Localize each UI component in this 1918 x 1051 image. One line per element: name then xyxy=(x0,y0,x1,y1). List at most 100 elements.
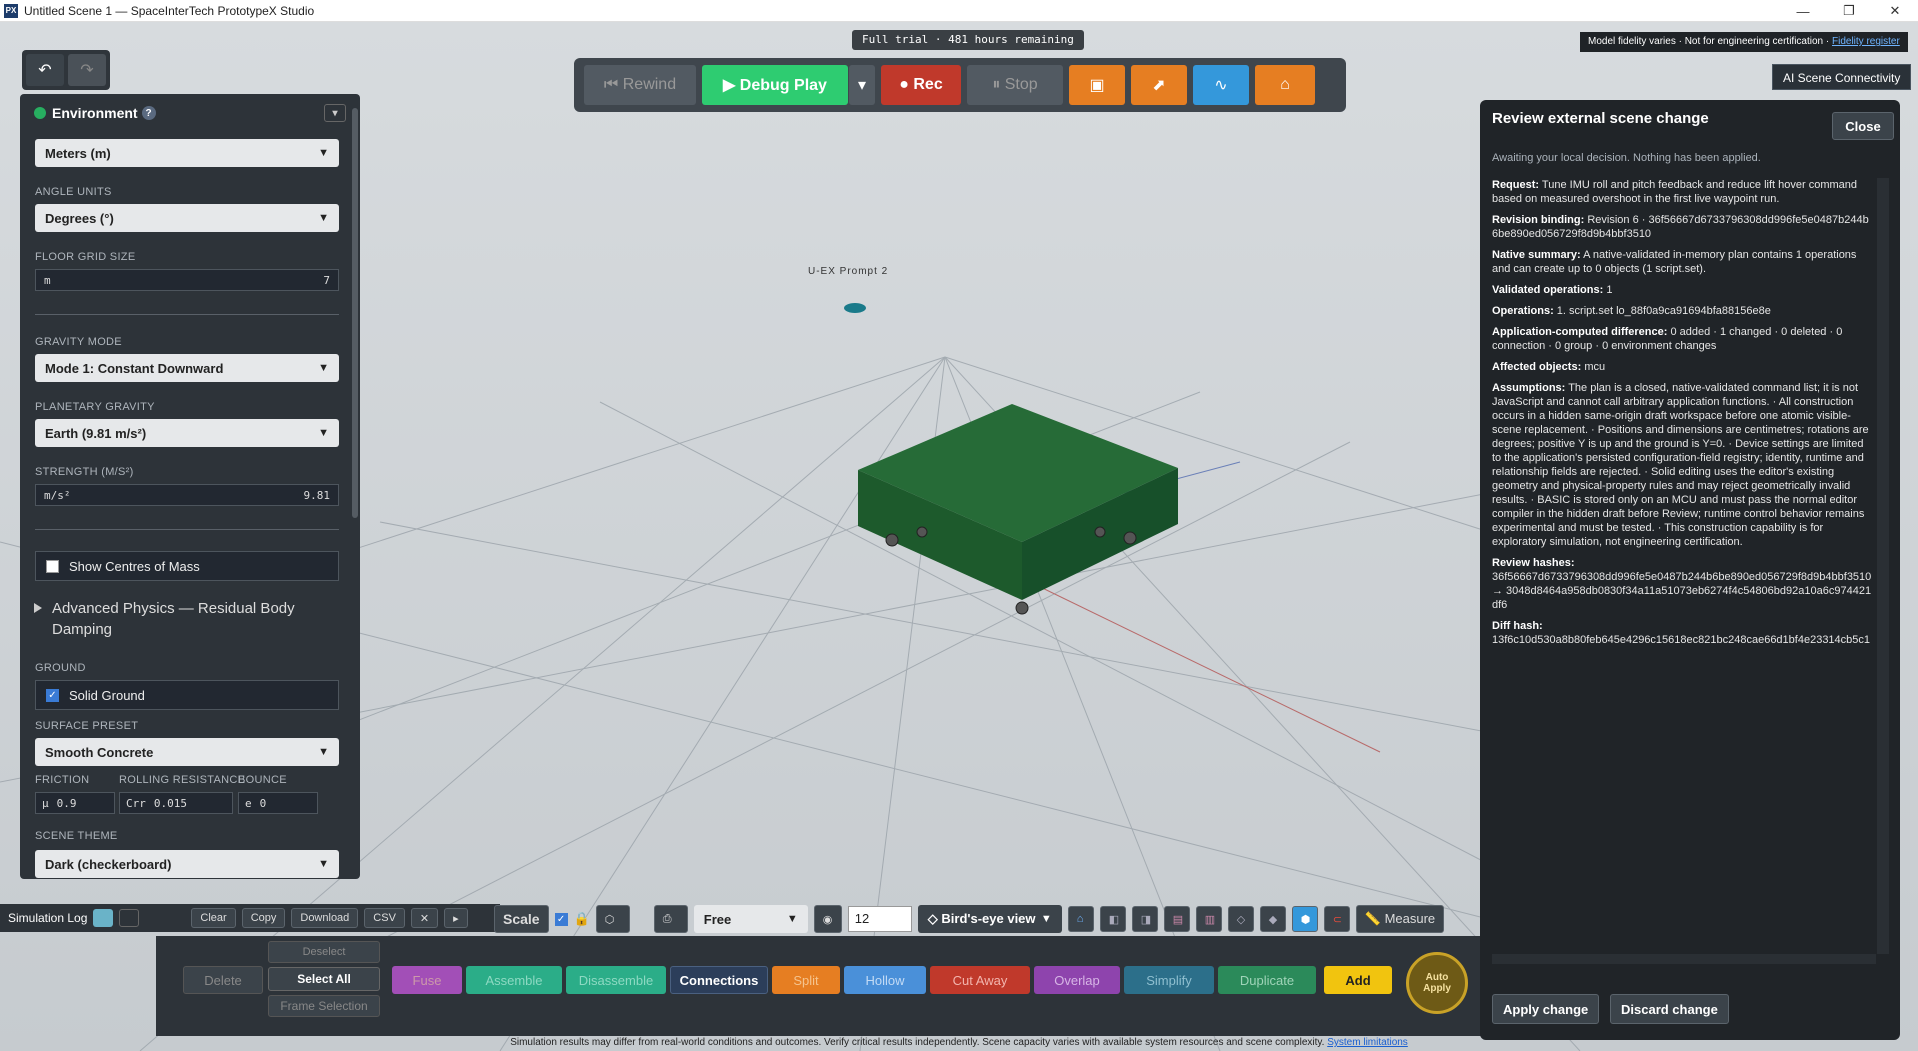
angle-units-select[interactable]: Degrees (°) ▼ xyxy=(35,204,339,232)
rec-button[interactable]: ● Rec xyxy=(881,65,961,105)
image-icon[interactable]: ▣ xyxy=(1069,65,1125,105)
log-close-button[interactable]: ✕ xyxy=(410,908,439,928)
cube-icon[interactable]: ⬡ xyxy=(595,905,630,933)
log-clear-button[interactable]: Clear xyxy=(191,908,236,928)
chevron-down-icon: ▼ xyxy=(318,212,329,224)
rewind-button[interactable]: ⏮ Rewind xyxy=(584,65,696,105)
home-view-icon[interactable]: ⌂ xyxy=(1067,906,1094,932)
advanced-physics-toggle[interactable]: Advanced Physics — Residual Body Damping xyxy=(52,598,312,640)
debug-play-button[interactable]: ▶ Debug Play xyxy=(702,65,848,105)
select-all-button[interactable]: Select All xyxy=(268,967,380,991)
bounce-input[interactable]: e0 xyxy=(238,792,318,814)
apply-change-button[interactable]: Apply change xyxy=(1492,994,1600,1024)
assemble-button[interactable]: Assemble xyxy=(466,966,562,994)
delete-button[interactable]: Delete xyxy=(183,966,263,994)
show-com-row[interactable]: Show Centres of Mass xyxy=(35,551,339,581)
minimize-button[interactable]: — xyxy=(1780,0,1826,22)
deselect-button[interactable]: Deselect xyxy=(268,941,380,963)
wireframe-view-icon[interactable]: ⬢ xyxy=(1291,906,1318,932)
hollow-button[interactable]: Hollow xyxy=(844,966,926,994)
simulation-log-label[interactable]: Simulation Log xyxy=(8,911,87,925)
planetary-gravity-select[interactable]: Earth (9.81 m/s²) ▼ xyxy=(35,419,339,447)
units-select[interactable]: Meters (m) ▼ xyxy=(35,139,339,167)
camera-icon[interactable]: ⎙ xyxy=(653,905,688,933)
camera-view-value: ◇ Bird's-eye view xyxy=(927,911,1036,926)
front-view-icon[interactable]: ◧ xyxy=(1099,906,1126,932)
review-close-button[interactable]: Close xyxy=(1832,112,1894,140)
auto-apply-button[interactable]: Auto Apply xyxy=(1406,952,1468,1014)
chevron-down-icon: ▼ xyxy=(318,362,329,374)
duplicate-button[interactable]: Duplicate xyxy=(1218,966,1316,994)
review-horizontal-scrollbar[interactable] xyxy=(1492,954,1876,964)
strength-input[interactable]: m/s² 9.81 xyxy=(35,484,339,506)
review-binding: Revision binding: Revision 6 · 36f56667d… xyxy=(1492,213,1872,241)
redo-icon[interactable]: ↷ xyxy=(68,54,106,86)
split-button[interactable]: Split xyxy=(772,966,840,994)
disassemble-button[interactable]: Disassemble xyxy=(566,966,666,994)
floor-grid-input[interactable]: m7 xyxy=(35,269,339,291)
connections-button[interactable]: Connections xyxy=(670,966,768,994)
undo-icon[interactable]: ↶ xyxy=(26,54,64,86)
solid-ground-row[interactable]: ✓ Solid Ground xyxy=(35,680,339,710)
cut-away-button[interactable]: Cut Away xyxy=(930,966,1030,994)
eye-icon[interactable]: ◉ xyxy=(813,905,842,933)
gravity-mode-select[interactable]: Mode 1: Constant Downward ▼ xyxy=(35,354,339,382)
fidelity-register-link[interactable]: Fidelity register xyxy=(1832,36,1900,47)
ai-scene-connectivity-button[interactable]: AI Scene Connectivity xyxy=(1772,64,1912,90)
fuse-button[interactable]: Fuse xyxy=(392,966,462,994)
divider xyxy=(35,529,339,530)
rolling-resistance-input[interactable]: Crr 0.015 xyxy=(119,792,233,814)
measure-button[interactable]: 📏 Measure xyxy=(1355,905,1445,933)
play-options-dropdown[interactable]: ▾ xyxy=(849,65,875,105)
environment-scrollbar[interactable] xyxy=(352,108,358,518)
native-key: Native summary: xyxy=(1492,249,1581,261)
simplify-button[interactable]: Simplify xyxy=(1124,966,1214,994)
solid-ground-checkbox[interactable]: ✓ xyxy=(46,688,59,702)
overlap-button[interactable]: Overlap xyxy=(1034,966,1120,994)
scale-button[interactable]: Scale xyxy=(494,905,549,933)
frame-selection-button[interactable]: Frame Selection xyxy=(268,995,380,1017)
log-copy-button[interactable]: Copy xyxy=(241,908,286,928)
review-vertical-scrollbar[interactable] xyxy=(1877,178,1889,954)
help-icon[interactable]: ? xyxy=(141,106,156,120)
footer-disclaimer: Simulation results may differ from real-… xyxy=(0,1037,1918,1051)
show-com-checkbox[interactable] xyxy=(46,559,59,573)
iso-view-icon[interactable]: ◇ xyxy=(1227,906,1254,932)
add-button[interactable]: Add xyxy=(1324,966,1392,994)
lock-icon[interactable]: 🔒 xyxy=(574,911,590,927)
binding-key: Revision binding: xyxy=(1492,214,1585,226)
back-view-icon[interactable]: ▥ xyxy=(1195,906,1222,932)
snap-checkbox[interactable]: ✓ xyxy=(554,912,568,926)
log-download-button[interactable]: Download xyxy=(291,908,359,928)
close-window-button[interactable]: ✕ xyxy=(1872,0,1918,22)
review-affected: Affected objects: mcu xyxy=(1492,360,1872,374)
transform-mode-select[interactable]: Free ▼ xyxy=(693,905,808,933)
friction-symbol: μ xyxy=(42,796,49,810)
pulse-icon[interactable]: ∿ xyxy=(1193,65,1249,105)
magnet-icon[interactable]: ⊂ xyxy=(1323,906,1350,932)
maximize-button[interactable]: ❐ xyxy=(1826,0,1872,22)
discard-change-button[interactable]: Discard change xyxy=(1610,994,1729,1024)
expand-triangle-icon[interactable] xyxy=(34,603,42,613)
grid-value-input[interactable]: 12 xyxy=(847,906,912,932)
side-view-icon[interactable]: ◨ xyxy=(1131,906,1158,932)
chart-icon[interactable]: ⬈ xyxy=(1131,65,1187,105)
friction-input[interactable]: μ 0.9 xyxy=(35,792,115,814)
scene-theme-select[interactable]: Dark (checkerboard) ▼ xyxy=(35,850,339,878)
playback-toolbar: ⏮ Rewind ▶ Debug Play ▾ ● Rec ⏸ Stop ▣ ⬈… xyxy=(574,58,1346,112)
home-icon[interactable]: ⌂ xyxy=(1255,65,1315,105)
camera-view-select[interactable]: ◇ Bird's-eye view ▼ xyxy=(917,905,1062,933)
stop-button[interactable]: ⏸ Stop xyxy=(967,65,1063,105)
system-limitations-link[interactable]: System limitations xyxy=(1327,1037,1408,1048)
chevron-down-icon: ▼ xyxy=(318,858,329,870)
globe-icon xyxy=(34,107,46,119)
top-view-icon[interactable]: ▤ xyxy=(1163,906,1190,932)
surface-preset-select[interactable]: Smooth Concrete ▼ xyxy=(35,738,339,766)
log-play-button[interactable]: ▸ xyxy=(444,908,468,928)
log-csv-button[interactable]: CSV xyxy=(364,908,405,928)
log-color-swatch[interactable] xyxy=(93,909,114,927)
log-toggle[interactable] xyxy=(119,909,140,927)
collapse-icon[interactable]: ▾ xyxy=(324,104,346,122)
auto-apply-label-1: Auto xyxy=(1425,972,1449,983)
iso2-view-icon[interactable]: ◆ xyxy=(1259,906,1286,932)
